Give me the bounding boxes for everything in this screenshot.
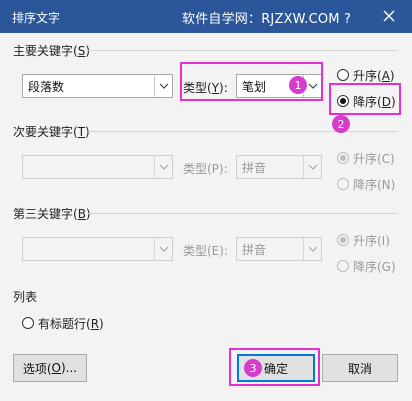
tertiary-type-label: 类型(E): <box>183 244 228 258</box>
secondary-type-dropdown-button[interactable] <box>303 156 321 178</box>
tertiary-type-dropdown-button[interactable] <box>303 238 321 260</box>
tertiary-key-dropdown-button[interactable] <box>154 238 172 260</box>
secondary-type-value: 拼音 <box>242 161 267 175</box>
list-section-label: 列表 <box>13 290 38 304</box>
header-row-label: 有标题行(R) <box>38 316 104 331</box>
secondary-divider <box>88 131 398 132</box>
cancel-button[interactable]: 取消 <box>322 354 398 382</box>
primary-key-label: 主要关键字(S) <box>13 44 90 58</box>
radio-icon <box>22 317 34 329</box>
secondary-ascending-radio[interactable]: 升序(C) <box>337 150 395 166</box>
primary-key-dropdown-button[interactable] <box>154 75 172 97</box>
header-row-radio[interactable]: 有标题行(R) <box>22 315 104 331</box>
radio-icon <box>337 178 349 190</box>
radio-icon <box>337 69 349 81</box>
secondary-key-label: 次要关键字(T) <box>13 125 90 139</box>
tertiary-key-label: 第三关键字(B) <box>13 207 91 221</box>
primary-type-value: 笔划 <box>242 80 267 94</box>
radio-icon <box>337 234 349 246</box>
step-badge-2: 2 <box>332 115 350 133</box>
primary-ascending-label: 升序(A) <box>353 68 395 83</box>
tertiary-descending-radio[interactable]: 降序(G) <box>337 258 396 274</box>
tertiary-key-dropdown[interactable] <box>22 237 173 261</box>
secondary-descending-label: 降序(N) <box>353 177 396 192</box>
primary-key-dropdown[interactable]: 段落数 <box>22 74 173 98</box>
secondary-descending-radio[interactable]: 降序(N) <box>337 176 395 192</box>
chevron-down-icon <box>159 246 169 252</box>
tertiary-divider <box>88 213 398 214</box>
primary-divider <box>88 50 398 51</box>
primary-type-label: 类型(Y): <box>183 81 228 95</box>
chevron-down-icon <box>159 83 169 89</box>
chevron-down-icon <box>308 246 318 252</box>
secondary-key-dropdown-button[interactable] <box>154 156 172 178</box>
options-button[interactable]: 选项(O)... <box>13 354 87 382</box>
secondary-key-dropdown[interactable] <box>22 155 173 179</box>
tertiary-type-dropdown[interactable]: 拼音 <box>236 237 322 261</box>
tertiary-ascending-radio[interactable]: 升序(I) <box>337 232 390 248</box>
secondary-ascending-label: 升序(C) <box>353 151 395 166</box>
sort-dialog-body: 主要关键字(S) 段落数 类型(Y): 笔划 升序(A) 降序(D) 次要关键字… <box>0 33 412 401</box>
tertiary-descending-label: 降序(G) <box>353 259 396 274</box>
help-text[interactable]: 软件自学网：RJZXW.COM ? <box>182 8 351 27</box>
primary-descending-radio[interactable]: 降序(D) <box>337 93 396 109</box>
window-title: 排序文字 <box>12 11 61 25</box>
primary-ascending-radio[interactable]: 升序(A) <box>337 67 395 83</box>
radio-icon <box>337 152 349 164</box>
step-badge-3: 3 <box>244 359 262 377</box>
tertiary-ascending-label: 升序(I) <box>353 233 390 248</box>
secondary-type-label: 类型(P): <box>183 162 228 176</box>
radio-icon <box>337 260 349 272</box>
step-badge-1: 1 <box>289 76 307 94</box>
radio-icon <box>337 95 349 107</box>
title-bar: 排序文字 软件自学网：RJZXW.COM ? <box>0 0 412 33</box>
secondary-type-dropdown[interactable]: 拼音 <box>236 155 322 179</box>
chevron-down-icon <box>159 164 169 170</box>
chevron-down-icon <box>308 83 318 89</box>
close-icon <box>383 10 395 22</box>
primary-descending-label: 降序(D) <box>353 94 396 109</box>
close-button[interactable] <box>378 5 400 27</box>
primary-type-dropdown[interactable]: 笔划 <box>236 74 322 98</box>
chevron-down-icon <box>308 164 318 170</box>
primary-key-value: 段落数 <box>28 80 65 94</box>
tertiary-type-value: 拼音 <box>242 243 267 257</box>
